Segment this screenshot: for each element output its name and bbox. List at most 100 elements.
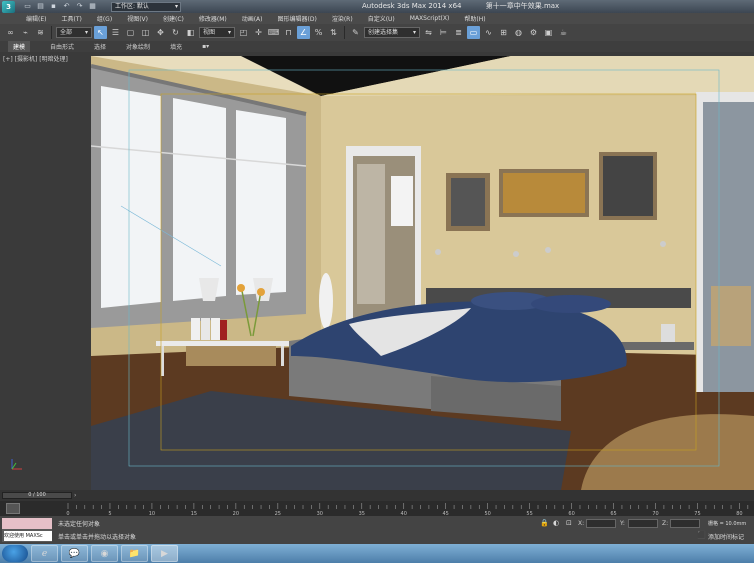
edit-named-selection-icon[interactable]: ✎ bbox=[349, 26, 362, 39]
pivot-center-icon[interactable]: ◰ bbox=[237, 26, 250, 39]
workspace-dropdown[interactable]: 工作区: 默认 ▾ bbox=[111, 1, 181, 12]
time-slider[interactable]: 0 / 100 bbox=[2, 492, 72, 499]
3ds-max-window: 3 ▭ ▤ ▪ ↶ ↷ ▦ 工作区: 默认 ▾ Autodesk 3ds Max… bbox=[0, 0, 754, 563]
save-icon[interactable]: ▪ bbox=[49, 2, 58, 11]
quick-access-toolbar: ▭ ▤ ▪ ↶ ↷ ▦ bbox=[23, 2, 97, 11]
toolbar-divider bbox=[344, 26, 345, 39]
3dsmax-icon[interactable]: ▶ bbox=[151, 545, 178, 562]
start-button[interactable] bbox=[2, 545, 28, 562]
ribbon-tabs: 建模 自由形式 选择 对象绘制 填充 ▪▾ bbox=[0, 41, 754, 52]
toggle-ribbon-icon[interactable]: ▭ bbox=[467, 26, 480, 39]
isolate-icon[interactable]: ◐ bbox=[553, 519, 559, 527]
selection-filter-dropdown[interactable]: 全部 ▾ bbox=[56, 27, 92, 38]
menu-animation[interactable]: 动画(A) bbox=[242, 14, 263, 23]
x-coordinate-field[interactable] bbox=[586, 519, 616, 528]
new-file-icon[interactable]: ▭ bbox=[23, 2, 32, 11]
chevron-down-icon: ▾ bbox=[84, 29, 88, 36]
absolute-mode-icon[interactable]: ⊡ bbox=[566, 519, 572, 527]
tab-populate[interactable]: 填充 bbox=[170, 42, 182, 51]
status-prompt-bottom: 单击或单击并拖动以选择对象 bbox=[58, 534, 137, 541]
z-coordinate-field[interactable] bbox=[670, 519, 700, 528]
percent-snap-icon[interactable]: % bbox=[312, 26, 325, 39]
rotate-icon[interactable]: ↻ bbox=[169, 26, 182, 39]
chevron-down-icon: ▾ bbox=[227, 29, 231, 36]
maxscript-input[interactable]: 欢迎使用 MAXSc bbox=[4, 531, 52, 541]
tab-modeling[interactable]: 建模 bbox=[8, 41, 31, 52]
tab-selection[interactable]: 选择 bbox=[94, 42, 106, 51]
menu-edit[interactable]: 编辑(E) bbox=[26, 14, 46, 23]
z-label: Z: bbox=[662, 520, 669, 527]
unlink-icon[interactable]: ⌁ bbox=[19, 26, 32, 39]
render-setup-icon[interactable]: ⚙ bbox=[527, 26, 540, 39]
track-bar-toggle-icon[interactable] bbox=[6, 503, 20, 514]
reference-coordinate-dropdown[interactable]: 视图 ▾ bbox=[199, 27, 235, 38]
render-production-icon[interactable]: ☕ bbox=[557, 26, 570, 39]
menu-maxscript[interactable]: MAXScript(X) bbox=[410, 15, 450, 22]
360-icon[interactable]: ◉ bbox=[91, 545, 118, 562]
file-title: 第十一章中午效果.max bbox=[485, 2, 560, 10]
project-folder-icon[interactable]: ▦ bbox=[88, 2, 97, 11]
main-toolbar: ∞ ⌁ ≋ 全部 ▾ ↖ ☰ ▢ ◫ ✥ ↻ ◧ 视图 ▾ ◰ ✛ ⌨ ⊓ ∠ % … bbox=[0, 24, 754, 41]
3dsmax-logo-icon[interactable]: 3 bbox=[2, 0, 15, 13]
rendered-frame-window-icon[interactable]: ▣ bbox=[542, 26, 555, 39]
select-object-icon[interactable]: ↖ bbox=[94, 26, 107, 39]
track-ticks: 0 5 10 15 20 25 30 35 40 45 50 55 60 65 70 75 80 bbox=[66, 503, 749, 516]
chevron-down-icon: ▾ bbox=[412, 29, 416, 36]
reference-coordinate-value: 视图 bbox=[203, 29, 216, 36]
tab-object-paint[interactable]: 对象绘制 bbox=[126, 42, 150, 51]
menu-rendering[interactable]: 渲染(R) bbox=[332, 14, 353, 23]
select-manipulate-icon[interactable]: ✛ bbox=[252, 26, 265, 39]
maxscript-mini-listener[interactable] bbox=[2, 518, 52, 529]
align-icon[interactable]: ⊨ bbox=[437, 26, 450, 39]
menu-group[interactable]: 组(G) bbox=[97, 14, 112, 23]
menu-create[interactable]: 创建(C) bbox=[163, 14, 184, 23]
move-icon[interactable]: ✥ bbox=[154, 26, 167, 39]
bind-spacewarp-icon[interactable]: ≋ bbox=[34, 26, 47, 39]
scale-icon[interactable]: ◧ bbox=[184, 26, 197, 39]
menu-customize[interactable]: 自定义(U) bbox=[368, 14, 395, 23]
menu-help[interactable]: 帮助(H) bbox=[464, 14, 485, 23]
schematic-view-icon[interactable]: ⊞ bbox=[497, 26, 510, 39]
rectangular-selection-icon[interactable]: ▢ bbox=[124, 26, 137, 39]
time-tag-icon[interactable]: ⬛ bbox=[697, 531, 706, 539]
snaps-toggle-icon[interactable]: ⊓ bbox=[282, 26, 295, 39]
add-time-tag[interactable]: 添加时间标记 bbox=[708, 532, 744, 541]
redo-icon[interactable]: ↷ bbox=[75, 2, 84, 11]
menu-graph-editors[interactable]: 图形编辑器(D) bbox=[278, 14, 317, 23]
angle-snap-icon[interactable]: ∠ bbox=[297, 26, 310, 39]
named-selection-set-dropdown[interactable]: 创建选择集 ▾ bbox=[364, 27, 420, 38]
workspace-label: 工作区: 默认 bbox=[115, 2, 149, 10]
curve-editor-icon[interactable]: ∿ bbox=[482, 26, 495, 39]
menu-bar: 编辑(E) 工具(T) 组(G) 视图(V) 创建(C) 修改器(M) 动画(A… bbox=[0, 13, 754, 24]
title-bar: 3 ▭ ▤ ▪ ↶ ↷ ▦ 工作区: 默认 ▾ Autodesk 3ds Max… bbox=[0, 0, 754, 13]
ie-icon[interactable]: ℯ bbox=[31, 545, 58, 562]
mirror-icon[interactable]: ⇋ bbox=[422, 26, 435, 39]
track-bar[interactable]: 0 5 10 15 20 25 30 35 40 45 50 55 60 65 70 75 80 bbox=[0, 501, 754, 516]
spinner-snap-icon[interactable]: ⇅ bbox=[327, 26, 340, 39]
ribbon-options-icon[interactable]: ▪▾ bbox=[202, 43, 209, 50]
tab-freeform[interactable]: 自由形式 bbox=[50, 42, 74, 51]
layer-manager-icon[interactable]: ≣ bbox=[452, 26, 465, 39]
viewport-label[interactable]: [+] [摄影机] [明暗处理] bbox=[3, 54, 68, 63]
next-frame-icon[interactable]: › bbox=[74, 492, 76, 499]
material-editor-icon[interactable]: ◍ bbox=[512, 26, 525, 39]
lock-icon[interactable]: 🔒 bbox=[540, 519, 549, 527]
wechat-icon[interactable]: 💬 bbox=[61, 545, 88, 562]
menu-tools[interactable]: 工具(T) bbox=[61, 14, 81, 23]
menu-views[interactable]: 视图(V) bbox=[127, 14, 148, 23]
menu-modifiers[interactable]: 修改器(M) bbox=[199, 14, 227, 23]
link-icon[interactable]: ∞ bbox=[4, 26, 17, 39]
keyboard-shortcut-icon[interactable]: ⌨ bbox=[267, 26, 280, 39]
app-title: Autodesk 3ds Max 2014 x64 bbox=[362, 2, 462, 10]
camera-viewport[interactable]: [+] [摄影机] [明暗处理] bbox=[0, 52, 754, 490]
undo-icon[interactable]: ↶ bbox=[62, 2, 71, 11]
maxscript-listener[interactable]: 欢迎使用 MAXSc bbox=[2, 518, 52, 542]
open-file-icon[interactable]: ▤ bbox=[36, 2, 45, 11]
select-by-name-icon[interactable]: ☰ bbox=[109, 26, 122, 39]
window-crossing-icon[interactable]: ◫ bbox=[139, 26, 152, 39]
y-label: Y: bbox=[620, 520, 625, 527]
folder-icon[interactable]: 📁 bbox=[121, 545, 148, 562]
named-selection-set-value: 创建选择集 bbox=[368, 29, 399, 36]
windows-taskbar: ℯ 💬 ◉ 📁 ▶ bbox=[0, 544, 754, 563]
y-coordinate-field[interactable] bbox=[628, 519, 658, 528]
